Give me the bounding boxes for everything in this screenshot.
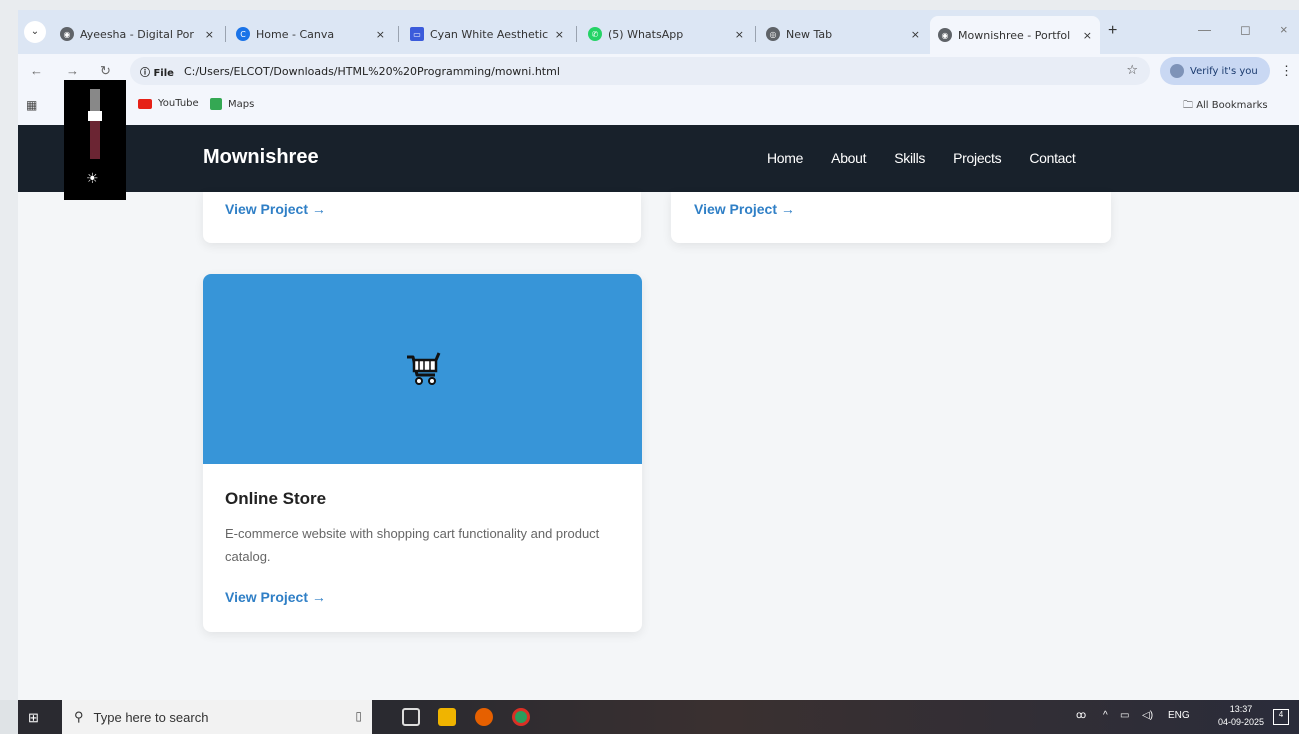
site-nav-links: Home About Skills Projects Contact (767, 150, 1103, 166)
new-tab-button[interactable]: + (1108, 22, 1117, 40)
desktop-edge-left (0, 0, 18, 700)
bookmark-youtube[interactable]: YouTube (138, 98, 199, 109)
people-icon[interactable]: ꝏ (1076, 710, 1086, 721)
project-card-2: View Project → (671, 192, 1111, 243)
view-project-link[interactable]: View Project → (694, 201, 795, 217)
maps-icon (210, 98, 222, 110)
taskbar: ⊞ ⚲ Type here to search ▯ ꝏ ^ ▭ ◁) ENG 1… (18, 700, 1299, 734)
tab-strip: ⌄ ◉ Ayeesha - Digital Por × C Home - Can… (18, 10, 1299, 54)
minimize-button[interactable]: — (1198, 22, 1211, 37)
bookmarks-bar: ▦ YouTube Maps 🗀 All Bookmarks (18, 88, 1299, 125)
sun-icon: ☀ (86, 170, 99, 186)
bookmark-star-icon[interactable]: ☆ (1126, 63, 1138, 78)
volume-icon[interactable]: ◁) (1142, 710, 1153, 721)
chrome-icon[interactable] (512, 708, 530, 726)
tab-close-icon[interactable]: × (205, 28, 214, 41)
site-info-chip[interactable]: ⓘ File (140, 64, 174, 79)
taskbar-clock[interactable]: 13:37 04-09-2025 (1218, 703, 1264, 729)
nav-skills[interactable]: Skills (894, 150, 925, 166)
maximize-button[interactable]: ◻ (1240, 22, 1251, 38)
bookmark-maps[interactable]: Maps (210, 98, 254, 110)
folder-icon: 🗀 (1183, 100, 1197, 111)
project-card-1: View Project → (203, 192, 641, 243)
tab-close-icon[interactable]: × (1083, 29, 1092, 42)
tab-mownishree[interactable]: ◉ Mownishree - Portfol × (930, 16, 1100, 54)
brightness-overlay: ☀ (64, 80, 126, 200)
tab-close-icon[interactable]: × (555, 28, 564, 41)
project-banner (203, 274, 642, 464)
canva-icon: C (236, 27, 250, 41)
tab-close-icon[interactable]: × (376, 28, 385, 41)
tab-search-chevron-icon[interactable]: ⌄ (24, 21, 46, 43)
nav-home[interactable]: Home (767, 150, 803, 166)
slides-icon: ▭ (410, 27, 424, 41)
desktop-edge-top (0, 0, 1299, 10)
notification-icon[interactable]: 4 (1273, 709, 1289, 725)
whatsapp-icon: ✆ (588, 27, 602, 41)
battery-icon[interactable]: ▭ (1120, 710, 1129, 721)
file-explorer-icon[interactable] (438, 708, 456, 726)
cart-icon (406, 352, 440, 385)
tab-ayeesha[interactable]: ◉ Ayeesha - Digital Por × (52, 18, 222, 50)
brightness-slider-thumb[interactable] (88, 111, 102, 121)
windows-start-icon[interactable]: ⊞ (28, 710, 39, 726)
close-window-button[interactable]: × (1280, 22, 1288, 37)
site-logo[interactable]: Mownishree (203, 146, 319, 169)
tab-new-tab[interactable]: ◎ New Tab × (758, 18, 928, 50)
language-indicator[interactable]: ENG (1168, 710, 1190, 721)
tray-chevron-icon[interactable]: ^ (1103, 710, 1108, 721)
reload-icon[interactable]: ↻ (100, 63, 111, 79)
tab-divider (225, 26, 226, 42)
nav-about[interactable]: About (831, 150, 866, 166)
address-bar[interactable]: ⓘ File C:/Users/ELCOT/Downloads/HTML%20%… (130, 57, 1150, 85)
tab-cyan-white[interactable]: ▭ Cyan White Aesthetic × (402, 18, 572, 50)
all-bookmarks-button[interactable]: 🗀 All Bookmarks (1183, 98, 1268, 115)
back-arrow-icon[interactable]: ← (30, 63, 43, 78)
youtube-icon (138, 98, 152, 109)
taskbar-search-input[interactable]: ⚲ Type here to search ▯ (62, 700, 372, 734)
tab-divider (398, 26, 399, 42)
tab-close-icon[interactable]: × (735, 28, 744, 41)
tab-divider (576, 26, 577, 42)
apps-grid-icon[interactable]: ▦ (26, 98, 37, 112)
project-description: E-commerce website with shopping cart fu… (225, 526, 600, 564)
search-icon: ⚲ (74, 709, 84, 724)
microphone-icon[interactable]: ▯ (355, 709, 362, 723)
tab-whatsapp[interactable]: ✆ (5) WhatsApp × (580, 18, 752, 50)
globe-icon: ◉ (938, 28, 952, 42)
project-card-online-store: Online Store E-commerce website with sho… (203, 274, 642, 632)
url-text: C:/Users/ELCOT/Downloads/HTML%20%20Progr… (183, 64, 560, 78)
site-navbar: Mownishree Home About Skills Projects Co… (18, 125, 1299, 192)
forward-arrow-icon[interactable]: → (66, 63, 79, 78)
nav-projects[interactable]: Projects (953, 150, 1001, 166)
view-project-link[interactable]: View Project → (225, 201, 326, 217)
globe-icon: ◉ (60, 27, 74, 41)
verify-profile-button[interactable]: Verify it's you (1160, 57, 1270, 85)
browser-chrome: ⌄ ◉ Ayeesha - Digital Por × C Home - Can… (18, 10, 1299, 125)
tab-close-icon[interactable]: × (911, 28, 920, 41)
project-title: Online Store (225, 489, 327, 508)
address-bar-row: ← → ↻ ⓘ File C:/Users/ELCOT/Downloads/HT… (18, 54, 1299, 88)
task-view-icon[interactable] (402, 708, 420, 726)
profile-avatar-icon (1170, 64, 1184, 78)
chrome-icon: ◎ (766, 27, 780, 41)
browser-menu-icon[interactable]: ⋮ (1280, 63, 1293, 79)
tab-canva[interactable]: C Home - Canva × (228, 18, 393, 50)
nav-contact[interactable]: Contact (1029, 150, 1075, 166)
tab-divider (755, 26, 756, 42)
page-viewport: Mownishree Home About Skills Projects Co… (18, 125, 1299, 700)
firefox-icon[interactable] (475, 708, 493, 726)
view-project-link[interactable]: View Project → (225, 589, 326, 605)
